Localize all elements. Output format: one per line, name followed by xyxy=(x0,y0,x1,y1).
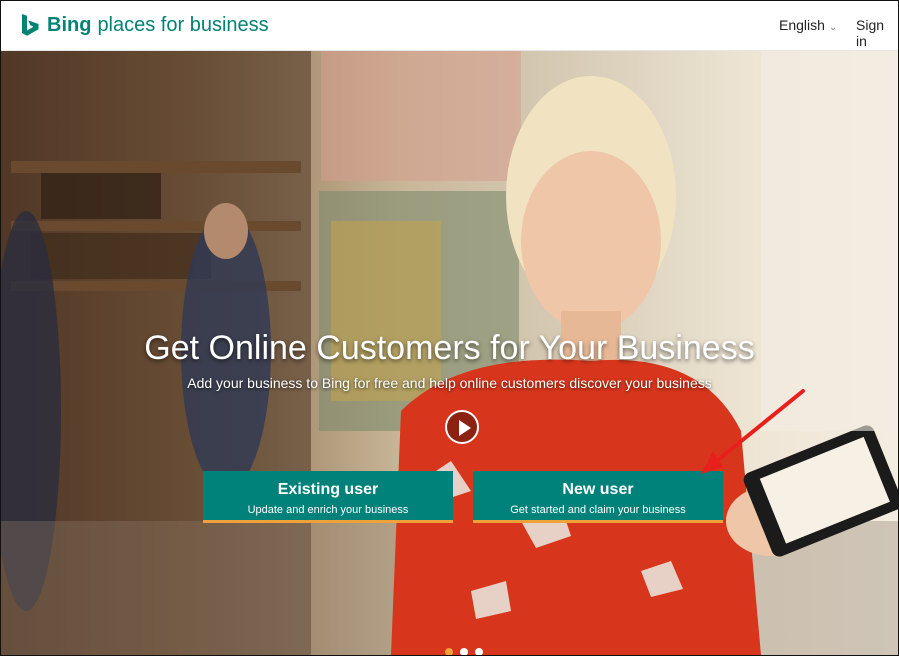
bing-logo-icon xyxy=(22,14,39,36)
hero-banner: Get Online Customers for Your Business A… xyxy=(1,51,898,655)
language-label: English xyxy=(779,17,825,33)
page-frame: Bing places for business English ⌄ Sign i… xyxy=(0,0,899,656)
red-arrow-annotation xyxy=(701,389,805,474)
site-header: Bing places for business English ⌄ Sign i… xyxy=(1,1,898,51)
brand-name: Bing xyxy=(47,13,92,36)
language-selector[interactable]: English ⌄ xyxy=(779,17,837,33)
sign-in-link[interactable]: Sign in xyxy=(856,17,898,49)
chevron-down-icon: ⌄ xyxy=(828,22,838,33)
bing-places-logo[interactable]: Bing places for business xyxy=(19,13,269,37)
brand-suffix: places for business xyxy=(97,13,269,36)
